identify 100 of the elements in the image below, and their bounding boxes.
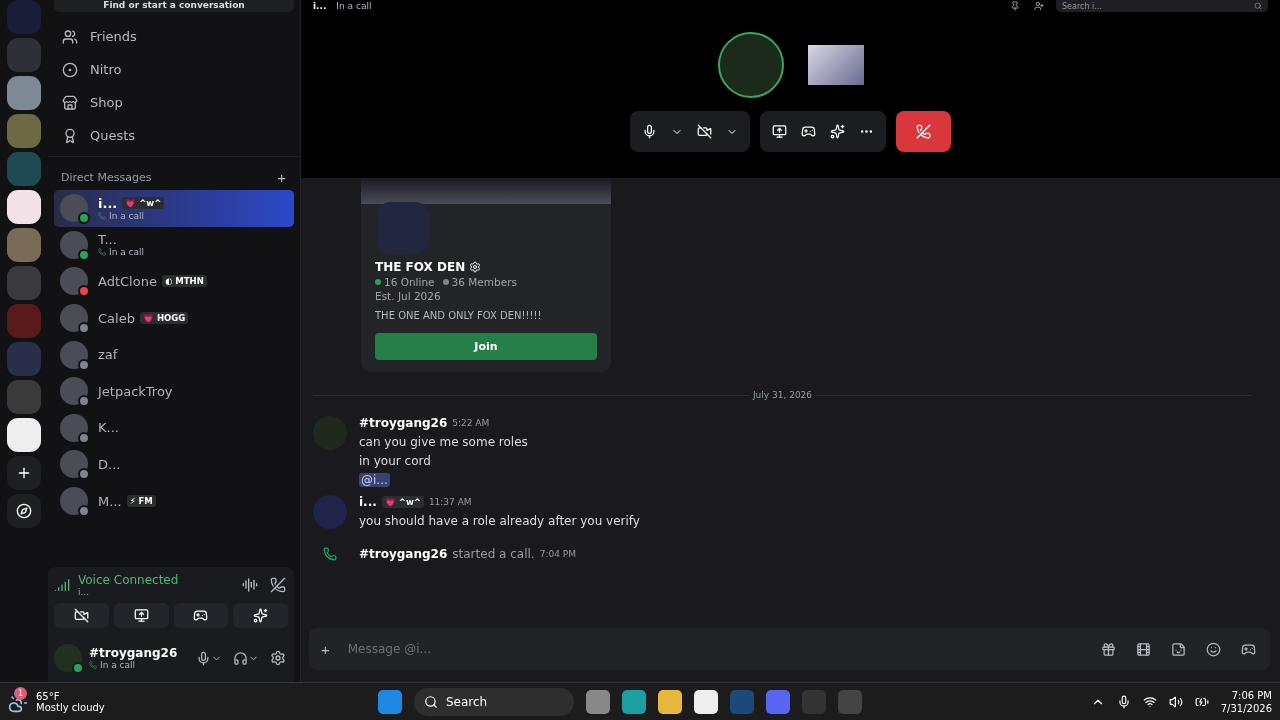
dm-item[interactable]: AdtClone ◐ MTHN — [54, 263, 294, 300]
dm-item[interactable]: K... — [54, 409, 294, 447]
user-name: K... — [98, 420, 119, 436]
activity-text: In a call — [109, 247, 145, 258]
mic-icon — [1116, 694, 1131, 709]
user-name: D... — [98, 456, 121, 472]
logo-placeholder — [807, 45, 864, 85]
user-name: zaf — [98, 347, 118, 363]
user-name: AdtClone — [98, 274, 157, 289]
pin-icon — [1010, 1, 1020, 11]
settings-button[interactable] — [268, 648, 288, 668]
search-icon — [424, 694, 438, 709]
discover-button[interactable] — [7, 494, 41, 528]
section-title: Direct Messages — [61, 171, 152, 184]
join-button[interactable]: Join — [375, 333, 597, 360]
clock-date[interactable]: 7/31/2026 — [1220, 702, 1272, 714]
soundboard-button[interactable] — [233, 603, 288, 628]
folder-icon[interactable] — [658, 689, 682, 714]
user-tag: 💗 HOGG — [139, 312, 189, 325]
clock-time[interactable]: 7:06 PM — [1231, 689, 1272, 701]
user-tag: ⚡ FM — [126, 495, 156, 508]
date-divider: July 31, 2026 — [751, 390, 814, 400]
plus-icon — [16, 465, 32, 481]
server-icon[interactable] — [7, 190, 41, 224]
nav-item[interactable]: Shop — [54, 86, 294, 119]
activity-button[interactable] — [173, 603, 229, 628]
camera-off-icon — [697, 124, 712, 139]
weather-text: Mostly cloudy — [36, 701, 105, 713]
server-name: THE FOX DEN — [375, 260, 466, 274]
voice-status: Voice Connected — [78, 573, 180, 587]
dm-item[interactable]: JetpackTroy — [54, 372, 294, 410]
call-status: In a call — [336, 1, 372, 11]
dm-item[interactable]: zaf — [54, 336, 294, 373]
gamepad-icon — [801, 124, 816, 139]
member-dot — [442, 279, 449, 285]
channel-name: i... — [313, 1, 327, 11]
server-icon[interactable] — [7, 418, 41, 452]
search-field[interactable]: Search i... — [1056, 0, 1268, 12]
timestamp: 7:04 PM — [539, 549, 576, 559]
sticker-icon — [1171, 641, 1186, 657]
dm-item[interactable]: M... ⚡ FM — [54, 482, 294, 520]
timestamp: 11:37 AM — [428, 497, 472, 507]
hang-up-icon — [916, 124, 931, 139]
camera-button[interactable] — [54, 603, 109, 628]
signal-icon — [54, 577, 70, 593]
app-icon[interactable] — [694, 689, 718, 714]
people-icon — [62, 28, 78, 45]
user-tag: 💗 ^w^ — [122, 197, 165, 210]
mic-icon — [642, 124, 657, 139]
smile-icon — [1206, 641, 1221, 657]
nav-item[interactable]: Quests — [54, 119, 294, 152]
pin-button[interactable] — [1008, 0, 1022, 13]
author-name: i... — [359, 495, 377, 509]
member-count: 36 Members — [451, 276, 517, 288]
attach-button[interactable]: + — [321, 640, 330, 658]
nav-item[interactable]: Nitro — [54, 53, 294, 86]
nav-item[interactable]: Friends — [54, 20, 294, 53]
waveform-icon — [242, 577, 258, 593]
noise-button[interactable] — [240, 575, 260, 595]
search-icon — [1254, 2, 1262, 10]
user-name: M... — [98, 493, 122, 509]
user-name: i... — [98, 195, 118, 211]
activity-text: In a call — [109, 210, 145, 221]
avatar — [313, 495, 347, 529]
add-dm-button[interactable]: + — [277, 169, 286, 186]
headphones-icon — [233, 650, 248, 666]
screen-share-icon — [133, 608, 149, 623]
gift-icon — [1101, 641, 1116, 657]
search-field[interactable]: Search — [414, 687, 574, 716]
screen-share-button[interactable] — [113, 603, 169, 628]
message-field[interactable]: + Message @i... — [309, 628, 1270, 670]
activity-text: In a call — [100, 660, 136, 670]
message-text: in your cord — [359, 454, 432, 468]
dm-item[interactable]: i... 💗 ^w^ In a call — [54, 190, 294, 227]
dm-item[interactable]: D... — [54, 446, 294, 483]
user-tag: 💗 ^w^ — [381, 496, 424, 508]
message-text: you should have a role already after you verify — [359, 514, 640, 528]
server-icon — [377, 202, 429, 254]
user-tag: ◐ MTHN — [161, 275, 207, 288]
disconnect-button[interactable] — [268, 575, 288, 595]
wifi-icon — [1142, 694, 1157, 709]
search-field[interactable]: Find or start a conversation — [54, 0, 294, 12]
author-name: #troygang26 — [359, 547, 448, 561]
user-name: T... — [98, 232, 117, 248]
add-server-button[interactable] — [7, 456, 41, 490]
screen-share-icon — [772, 124, 787, 139]
gamepad-icon — [193, 608, 209, 623]
gear-icon — [270, 650, 286, 666]
hang-up-button[interactable] — [896, 111, 951, 152]
dm-item[interactable]: T... In a call — [54, 226, 294, 264]
message-text: can you give me some roles — [359, 435, 528, 449]
mention-link[interactable]: @i... — [359, 473, 390, 487]
add-user-button[interactable] — [1032, 0, 1046, 13]
hang-up-icon — [270, 577, 286, 593]
dm-item[interactable]: Caleb 💗 HOGG — [54, 299, 294, 337]
user-name: Caleb — [98, 310, 135, 326]
sparkle-icon — [253, 608, 269, 623]
start-icon[interactable] — [378, 689, 402, 714]
shop-icon — [62, 94, 78, 111]
avatar — [54, 644, 82, 672]
